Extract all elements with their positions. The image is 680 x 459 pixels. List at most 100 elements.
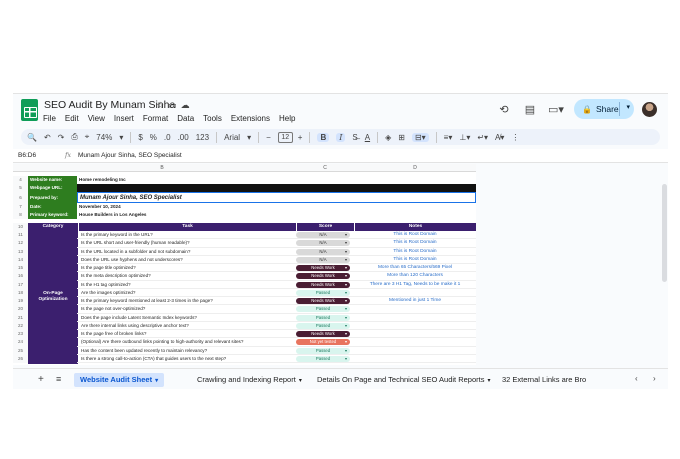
score-dropdown[interactable]: Passed <box>296 306 350 313</box>
menu-insert[interactable]: Insert <box>114 114 134 123</box>
menu-edit[interactable]: Edit <box>65 114 79 123</box>
percent-format-button[interactable]: % <box>150 133 157 142</box>
menu-view[interactable]: View <box>88 114 105 123</box>
task-cell[interactable]: Is the URL located in a subfolder and no… <box>79 248 295 256</box>
row-header[interactable]: 5 <box>13 184 28 192</box>
text-wrap-icon[interactable]: ↵▾ <box>477 133 488 142</box>
task-cell[interactable]: Is the page title optimized? <box>79 264 295 272</box>
paint-format-icon[interactable]: ⌖ <box>85 132 90 142</box>
score-dropdown[interactable]: Needs Work <box>296 273 350 280</box>
header-category[interactable]: Category <box>28 223 78 231</box>
more-options-icon[interactable]: ⋮ <box>511 133 519 142</box>
row-header[interactable]: 14 <box>13 255 28 264</box>
vertical-align-icon[interactable]: ⊥▾ <box>459 133 470 142</box>
formula-input[interactable]: Munam Ajour Sinha, SEO Specialist <box>78 152 182 159</box>
notes-cell[interactable]: There are 3 H1 Tag, Needs to be make it … <box>354 281 476 289</box>
task-cell[interactable]: Is the page free of broken links? <box>79 330 295 338</box>
task-cell[interactable]: Is the primary keyword mentioned at leas… <box>79 297 295 305</box>
undo-icon[interactable]: ↶ <box>44 133 51 142</box>
chevron-down-icon[interactable]: ▾ <box>626 103 630 111</box>
avatar[interactable] <box>642 101 657 117</box>
meet-video-icon[interactable]: ▭▾ <box>548 101 564 117</box>
row-header[interactable]: 21 <box>13 313 28 322</box>
info-label-prepared-by[interactable]: Prepared by: <box>28 192 77 203</box>
task-cell[interactable]: Has the content been updated recently to… <box>79 347 295 355</box>
row-header[interactable]: 18 <box>13 288 28 297</box>
font-chevron-down-icon[interactable]: ▾ <box>247 133 251 142</box>
add-sheet-icon[interactable]: + <box>38 374 44 385</box>
column-header-c[interactable]: C <box>296 165 354 171</box>
score-dropdown[interactable]: N/A <box>296 248 350 255</box>
decrease-font-size-button[interactable]: − <box>266 133 271 142</box>
row-header[interactable]: 24 <box>13 338 28 347</box>
task-cell[interactable]: Is the URL short and user-friendly (huma… <box>79 239 295 247</box>
name-box[interactable]: B6:D6 <box>18 152 36 159</box>
number-format-button[interactable]: 123 <box>196 133 209 142</box>
info-label-website-name[interactable]: Website name: <box>28 176 77 184</box>
text-color-button[interactable]: A <box>365 133 370 142</box>
notes-cell[interactable]: This is Root Domain <box>354 248 476 256</box>
task-cell[interactable]: Is there a strong call-to-action (CTA) t… <box>79 355 295 363</box>
header-notes[interactable]: Notes <box>354 223 476 231</box>
row-header[interactable]: 10 <box>13 223 28 231</box>
task-cell[interactable]: Does the page include Latent Semantic In… <box>79 314 295 322</box>
task-cell[interactable]: Is the meta description optimized? <box>79 272 295 280</box>
column-header-d[interactable]: D <box>354 165 476 171</box>
vertical-scrollbar[interactable] <box>662 184 667 282</box>
score-dropdown[interactable]: Passed <box>296 322 350 329</box>
row-header[interactable]: 15 <box>13 264 28 273</box>
info-label-primary-keyword[interactable]: Primary keyword: <box>28 211 77 219</box>
score-dropdown[interactable]: Passed <box>296 355 350 362</box>
notes-cell[interactable]: This is Root Domain <box>354 239 476 247</box>
score-dropdown[interactable]: N/A <box>296 240 350 247</box>
bold-button[interactable]: B <box>317 132 330 142</box>
menu-extensions[interactable]: Extensions <box>231 114 270 123</box>
italic-button[interactable]: I <box>336 132 346 142</box>
borders-icon[interactable]: ⊞ <box>398 133 405 142</box>
chevron-down-icon[interactable]: ▾ <box>299 378 302 384</box>
score-dropdown[interactable]: Needs Work <box>296 298 350 304</box>
score-dropdown[interactable]: Passed <box>296 314 350 321</box>
all-sheets-icon[interactable]: ≡ <box>56 374 61 384</box>
task-cell[interactable]: (Optional) Are there outbound links poin… <box>79 338 295 346</box>
tab-scroll-right-icon[interactable]: › <box>653 374 656 383</box>
info-value-website-name[interactable]: Home remodeling Inc <box>77 176 476 184</box>
print-icon[interactable]: ⎙ <box>71 132 77 142</box>
task-cell[interactable]: Are there internal links using descripti… <box>79 322 295 330</box>
menu-help[interactable]: Help <box>279 114 295 123</box>
zoom-select[interactable]: 74% <box>96 133 112 142</box>
row-header[interactable]: 19 <box>13 297 28 306</box>
score-dropdown[interactable]: Not yet tested <box>296 339 350 346</box>
row-header[interactable]: 11 <box>13 231 28 240</box>
comments-icon[interactable]: ▤ <box>522 101 538 117</box>
cloud-status-icon[interactable]: ☁ <box>181 100 194 110</box>
horizontal-align-icon[interactable]: ≡▾ <box>444 133 453 142</box>
row-header[interactable]: 4 <box>13 176 28 184</box>
menu-file[interactable]: File <box>43 114 56 123</box>
move-folder-icon[interactable]: ▭ <box>168 100 181 110</box>
notes-cell[interactable]: More than 120 Characters <box>354 272 476 280</box>
row-header[interactable]: 20 <box>13 305 28 314</box>
text-rotation-icon[interactable]: A̸▾ <box>495 133 504 142</box>
header-score[interactable]: Score <box>296 223 354 231</box>
star-icon[interactable]: ☆ <box>156 100 168 110</box>
row-header[interactable]: 7 <box>13 203 28 211</box>
redo-icon[interactable]: ↷ <box>58 133 65 142</box>
increase-decimal-button[interactable]: .00 <box>178 133 189 142</box>
row-header[interactable]: 22 <box>13 321 28 330</box>
row-header[interactable]: 16 <box>13 272 28 281</box>
task-cell[interactable]: Does the URL use hyphens and not undersc… <box>79 256 295 264</box>
font-size-input[interactable]: 12 <box>277 131 293 143</box>
info-value-date[interactable]: November 10, 2024 <box>77 203 476 211</box>
chevron-down-icon[interactable]: ▾ <box>487 378 490 384</box>
info-value-webpage-url[interactable] <box>77 184 476 192</box>
score-dropdown[interactable]: Passed <box>296 289 350 296</box>
strikethrough-icon[interactable]: S̶ <box>352 133 357 142</box>
row-header[interactable]: 6 <box>13 192 28 203</box>
sheets-logo-icon[interactable] <box>21 99 38 121</box>
score-dropdown[interactable]: Needs Work <box>296 265 350 271</box>
merge-cells-icon[interactable]: ⊟▾ <box>411 132 429 142</box>
score-dropdown[interactable]: Passed <box>296 347 350 354</box>
row-header[interactable]: 8 <box>13 211 28 219</box>
sheet-grid[interactable]: B C D 4 Website name: Home remodeling In… <box>13 164 476 365</box>
